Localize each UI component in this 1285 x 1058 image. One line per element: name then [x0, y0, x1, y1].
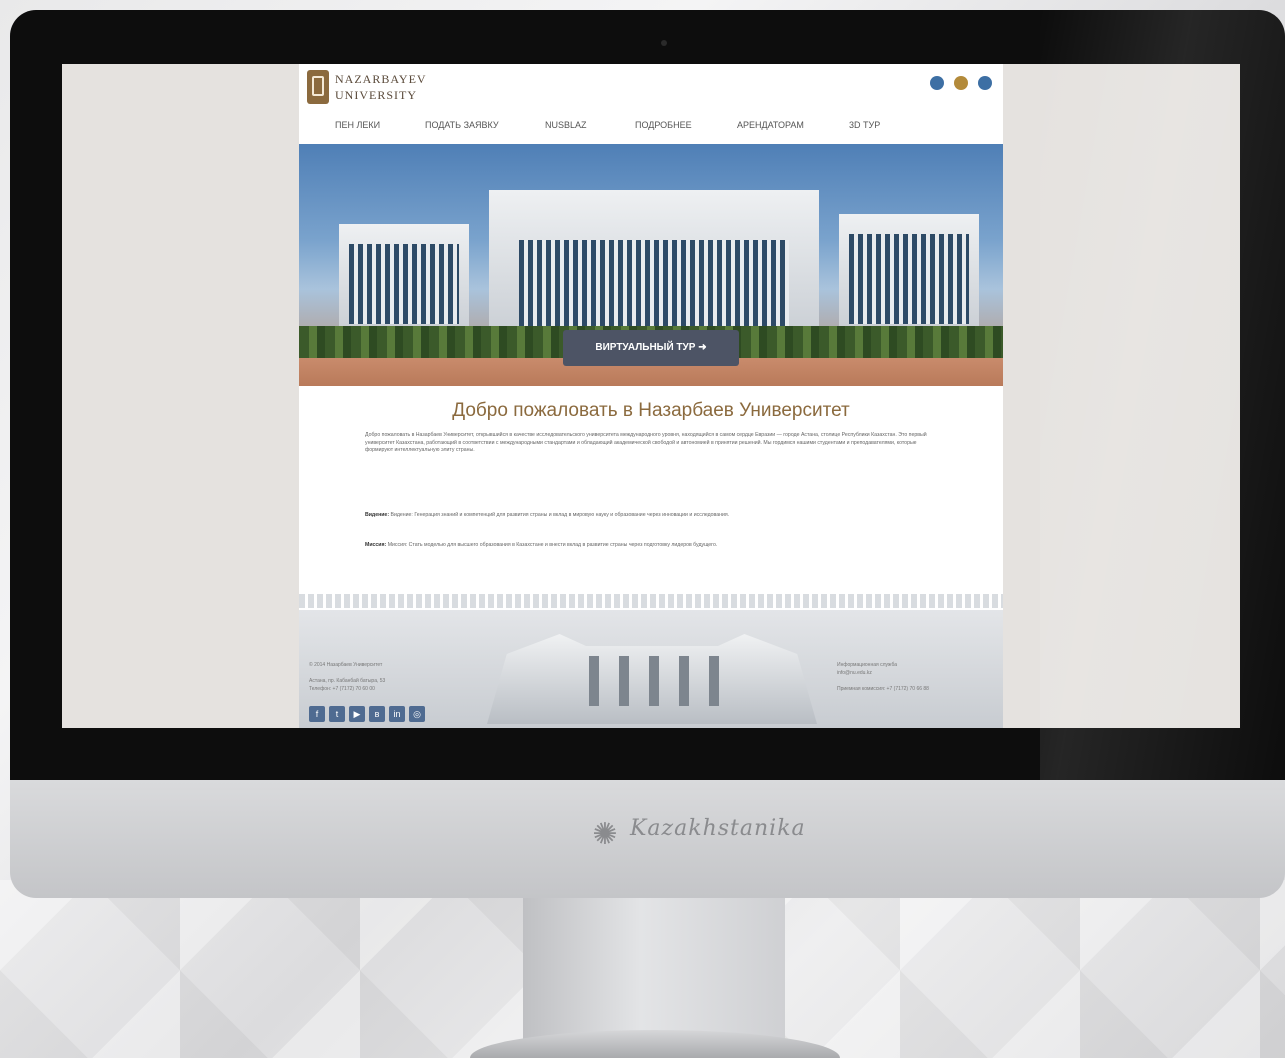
mission-label: Миссия:	[365, 542, 387, 548]
logo-line-1: NAZARBAYEV	[335, 72, 427, 86]
building-right	[839, 214, 979, 334]
intro-paragraph: Добро пожаловать в Назарбаев Университет…	[365, 432, 937, 455]
logo-emblem-icon	[307, 70, 329, 104]
footer-left-3: Телефон: +7 (7172) 70 60 00	[309, 686, 375, 692]
intro-text: Добро пожаловать в Назарбаев Университет…	[365, 432, 927, 454]
flag-kz-icon[interactable]	[930, 76, 944, 90]
nav-item-1[interactable]: ПЕН ЛЕКИ	[335, 120, 380, 130]
footer-column	[619, 656, 629, 706]
arrow-right-icon: ➜	[698, 342, 707, 353]
footer-right-1: Информационная служба	[837, 662, 897, 668]
footer-left-1: © 2014 Назарбаев Университет	[309, 662, 383, 668]
building-left	[339, 224, 469, 334]
footer-column	[679, 656, 689, 706]
virtual-tour-label: ВИРТУАЛЬНЫЙ ТУР	[595, 342, 696, 353]
nav-item-6[interactable]: 3D ТУР	[849, 120, 880, 130]
nav-item-2[interactable]: ПОДАТЬ ЗАЯВКУ	[425, 120, 499, 130]
footer-left-2: Астана, пр. Кабанбай батыра, 53	[309, 678, 386, 684]
nav-item-3[interactable]: NUSBLAZ	[545, 120, 587, 130]
youtube-icon[interactable]: ▶	[349, 706, 365, 722]
footer-right-3: Приемная комиссия: +7 (7172) 70 66 88	[837, 686, 929, 692]
brand-text: Kazakhstanika	[630, 816, 806, 841]
monitor-brand: ✺ Kazakhstanika	[580, 810, 804, 860]
main-nav: ПЕН ЛЕКИ ПОДАТЬ ЗАЯВКУ NUSBLAZ ПОДРОБНЕЕ…	[299, 114, 1003, 142]
building-main	[489, 190, 819, 340]
footer-right-2: info@nu.edu.kz	[837, 670, 872, 676]
page-footer: © 2014 Назарбаев Университет Астана, пр.…	[299, 610, 1003, 728]
vision-text: Видение: Генерация знаний и компетенций …	[390, 512, 730, 518]
web-page: NAZARBAYEV UNIVERSITY ПЕН ЛЕКИ ПОДАТЬ ЗА…	[299, 64, 1003, 728]
instagram-icon[interactable]: ◎	[409, 706, 425, 722]
footer-column	[649, 656, 659, 706]
browser-screen: NAZARBAYEV UNIVERSITY ПЕН ЛЕКИ ПОДАТЬ ЗА…	[62, 64, 1240, 728]
welcome-title: Добро пожаловать в Назарбаев Университет	[452, 400, 850, 421]
building-windows	[349, 244, 459, 324]
ornament-divider	[299, 594, 1003, 608]
mission-paragraph: Миссия: Миссия: Стать моделью для высшег…	[365, 542, 937, 550]
footer-column	[709, 656, 719, 706]
flag-ru-icon[interactable]	[954, 76, 968, 90]
camera-dot	[661, 40, 667, 46]
linkedin-icon[interactable]: in	[389, 706, 405, 722]
vk-icon[interactable]: в	[369, 706, 385, 722]
twitter-icon[interactable]: t	[329, 706, 345, 722]
virtual-tour-button[interactable]: ВИРТУАЛЬНЫЙ ТУР ➜	[563, 330, 739, 366]
sunburst-logo-icon: ✺	[592, 818, 618, 851]
logo-line-2: UNIVERSITY	[335, 88, 417, 102]
footer-column	[589, 656, 599, 706]
building-windows	[519, 240, 789, 330]
flag-en-icon[interactable]	[978, 76, 992, 90]
nav-item-5[interactable]: АРЕНДАТОРАМ	[737, 120, 804, 130]
university-logo[interactable]: NAZARBAYEV UNIVERSITY	[307, 70, 457, 106]
vision-paragraph: Видение: Видение: Генерация знаний и ком…	[365, 512, 937, 520]
mission-text: Миссия: Стать моделью для высшего образо…	[387, 542, 718, 548]
nav-item-4[interactable]: ПОДРОБНЕЕ	[635, 120, 692, 130]
vision-label: Видение:	[365, 512, 390, 518]
building-windows	[849, 234, 969, 324]
hero-image: ВИРТУАЛЬНЫЙ ТУР ➜	[299, 144, 1003, 386]
facebook-icon[interactable]: f	[309, 706, 325, 722]
